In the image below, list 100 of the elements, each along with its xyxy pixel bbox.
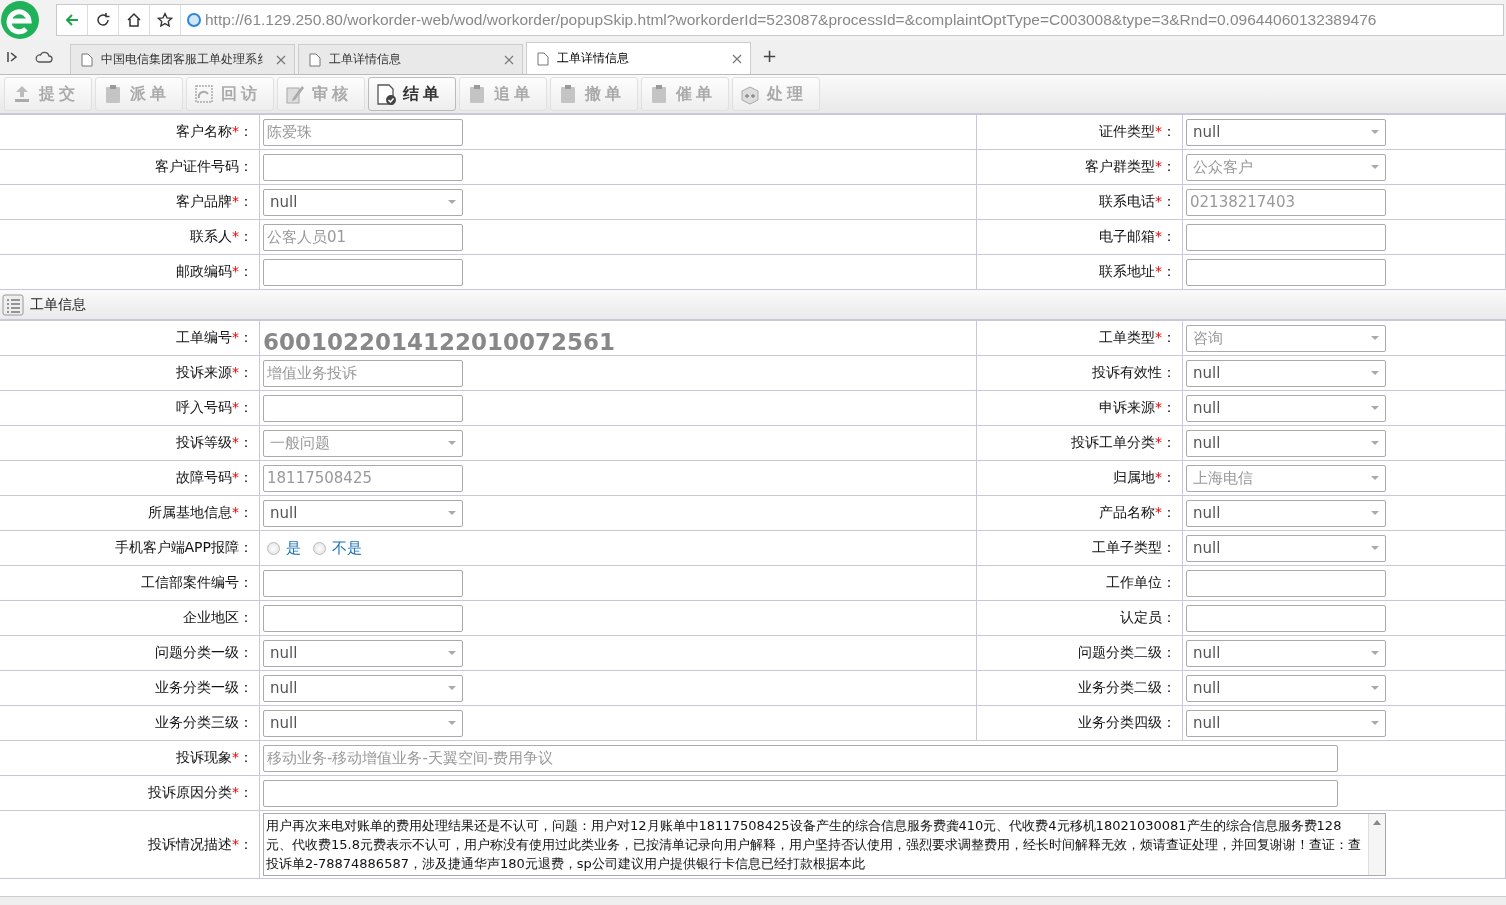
field-label: 认定员： <box>1120 609 1176 627</box>
field-label: 客户名称*： <box>176 123 253 141</box>
order-number: 6001022014122010072561 <box>263 328 616 355</box>
field-label: 联系人*： <box>190 228 253 246</box>
new-tab-button[interactable]: + <box>754 44 786 70</box>
dropdown[interactable]: null <box>263 709 463 737</box>
dropdown[interactable]: null <box>1186 709 1386 737</box>
caret-icon <box>1371 546 1379 550</box>
dropdown[interactable]: null <box>263 188 463 216</box>
input-field[interactable] <box>263 569 463 597</box>
dropdown[interactable]: null <box>1186 639 1386 667</box>
dropdown[interactable]: null <box>1186 429 1386 457</box>
dropdown[interactable]: null <box>1186 674 1386 702</box>
caret-icon <box>1371 511 1379 515</box>
field-label: 业务分类四级： <box>1078 714 1176 732</box>
text-area[interactable]: 用户再次来电对账单的费用处理结果还是不认可，问题：用户对12月账单中18117508425设备产生的综合信息服务费龚410元、代收费4元移机18021030081产生的综合信息服务费128元、代收费15.8元费表示不认可，用户称没有使用过此类业务，已按清单记录向用户解释，用户坚持否认使用，强烈要求调整费用，经长时间解释无效，烦请查证处理，并回复谢谢！查证：查投诉单2-78874886587，涉及捷通华声180元退费，sp公司建议用户提供银行卡信息已经打款根据本此 <box>263 813 1386 876</box>
pen-icon <box>284 83 306 105</box>
close-icon[interactable] <box>504 54 514 65</box>
field-label: 邮政编码*： <box>176 263 253 281</box>
field-label: 问题分类二级： <box>1078 644 1176 662</box>
field-label: 客户群类型*： <box>1085 158 1176 176</box>
scroll-up-icon <box>1373 820 1381 825</box>
picture-icon <box>193 83 215 105</box>
caret-icon <box>1371 165 1379 169</box>
sidebar-toggle-icon[interactable] <box>6 50 20 64</box>
input-field[interactable] <box>1186 258 1386 286</box>
horizontal-scrollbar[interactable] <box>0 896 1506 905</box>
input-field[interactable] <box>1186 604 1386 632</box>
page-icon <box>81 52 93 67</box>
dropdown[interactable]: null <box>1186 359 1386 387</box>
caret-icon <box>1371 651 1379 655</box>
field-label: 投诉来源*： <box>176 364 253 382</box>
input-field[interactable] <box>263 779 1338 807</box>
dropdown[interactable]: null <box>1186 534 1386 562</box>
field-label: 工单类型*： <box>1099 329 1176 347</box>
radio-label[interactable]: 不是 <box>332 538 362 558</box>
field-label: 归属地*： <box>1113 469 1176 487</box>
document-check-icon <box>375 83 397 105</box>
caret-icon <box>448 511 456 515</box>
field-label: 企业地区： <box>183 609 253 627</box>
field-label: 手机客户端APP报障： <box>114 539 253 557</box>
caret-icon <box>1371 336 1379 340</box>
field-label: 投诉工单分类*： <box>1071 434 1176 452</box>
input-field[interactable] <box>1186 569 1386 597</box>
browser-tab[interactable]: 中国电信集团客服工单处理系纟 <box>70 44 295 74</box>
field-label: 问题分类一级： <box>155 644 253 662</box>
dropdown[interactable]: null <box>263 639 463 667</box>
dropdown[interactable]: null <box>1186 499 1386 527</box>
field-label: 证件类型*： <box>1099 123 1176 141</box>
vertical-scrollbar[interactable] <box>1368 814 1385 875</box>
field-label: 所属基地信息*： <box>148 504 253 522</box>
radio-button[interactable] <box>267 541 280 555</box>
caret-icon <box>448 721 456 725</box>
field-label: 投诉等级*： <box>176 434 253 452</box>
caret-icon <box>448 441 456 445</box>
caret-icon <box>1371 476 1379 480</box>
cloud-icon[interactable] <box>35 50 53 64</box>
dropdown[interactable]: null <box>263 499 463 527</box>
field-label: 业务分类三级： <box>155 714 253 732</box>
close-icon[interactable] <box>732 53 742 64</box>
field-label: 故障号码*： <box>176 469 253 487</box>
radio-label[interactable]: 是 <box>286 538 301 558</box>
input-field[interactable] <box>1186 223 1386 251</box>
field-label: 联系地址*： <box>1099 263 1176 281</box>
field-label: 电子邮箱*： <box>1099 228 1176 246</box>
radio-button[interactable] <box>313 541 326 555</box>
close-icon[interactable] <box>276 54 286 65</box>
browser-tab[interactable]: 工单详情信息 <box>526 42 751 74</box>
page-icon <box>537 51 549 66</box>
browser-tab[interactable]: 工单详情信息 <box>298 44 523 74</box>
caret-icon <box>1371 130 1379 134</box>
field-label: 业务分类二级： <box>1078 679 1176 697</box>
field-label: 投诉现象*： <box>176 749 253 767</box>
caret-icon <box>1371 406 1379 410</box>
toolbar-button[interactable]: 结单 <box>368 77 456 111</box>
caret-icon <box>1371 686 1379 690</box>
caret-icon <box>448 200 456 204</box>
browser-logo <box>0 0 40 40</box>
field-label: 业务分类一级： <box>155 679 253 697</box>
field-label: 投诉情况描述*： <box>148 835 253 854</box>
dropdown[interactable]: null <box>1186 118 1386 146</box>
section-title: 工单信息 <box>30 295 86 314</box>
field-label: 工单编号*： <box>176 329 253 347</box>
caret-icon <box>448 651 456 655</box>
input-field[interactable] <box>263 604 463 632</box>
field-label: 工作单位： <box>1106 574 1176 592</box>
input-field[interactable] <box>263 153 463 181</box>
field-label: 联系电话*： <box>1099 193 1176 211</box>
caret-icon <box>1371 721 1379 725</box>
input-field[interactable] <box>263 394 463 422</box>
field-label: 申诉来源*： <box>1099 399 1176 417</box>
field-label: 投诉有效性： <box>1092 364 1176 382</box>
dropdown[interactable]: null <box>1186 394 1386 422</box>
list-icon <box>2 293 24 316</box>
field-label: 客户证件号码： <box>155 158 253 176</box>
caret-icon <box>448 686 456 690</box>
page-icon <box>309 52 321 67</box>
field-label: 投诉原因分类*： <box>148 784 253 802</box>
dropdown[interactable]: null <box>263 674 463 702</box>
input-field[interactable] <box>263 258 463 286</box>
